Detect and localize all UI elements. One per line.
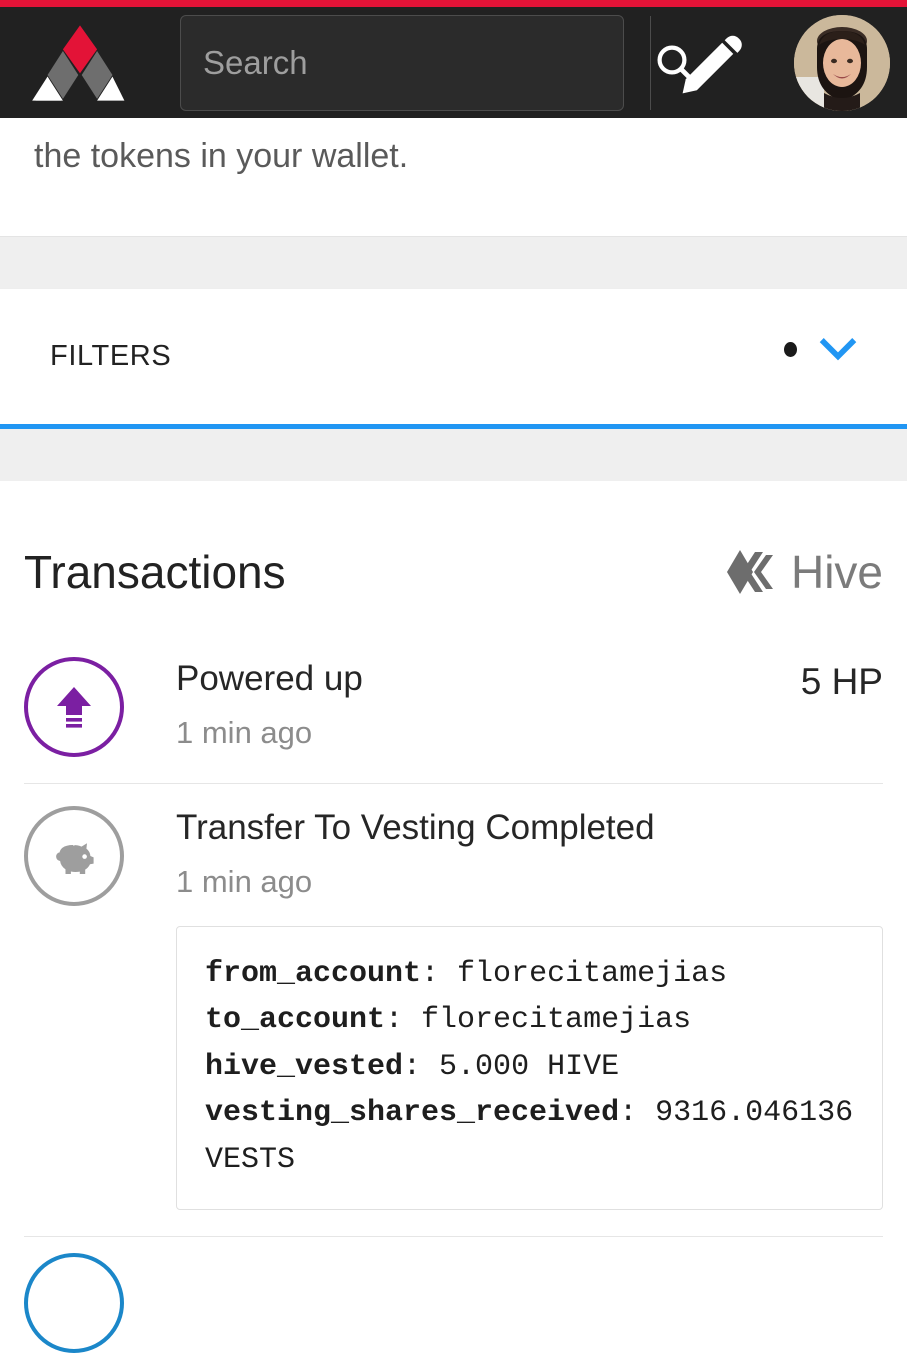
detail-value: : florecitamejias <box>385 1003 692 1038</box>
chevron-down-icon <box>819 337 857 360</box>
search-input[interactable] <box>181 15 650 110</box>
hive-brand-label: Hive <box>790 546 883 598</box>
transaction-body: Powered up 1 min ago <box>176 657 781 751</box>
transaction-name: Transfer To Vesting Completed <box>176 808 655 847</box>
transaction-icon <box>24 657 124 757</box>
transaction-time: 1 min ago <box>176 714 313 750</box>
compose-button[interactable] <box>668 18 758 108</box>
filters-controls <box>784 337 857 377</box>
power-up-arrow-icon <box>57 687 91 728</box>
hive-brand: Hive <box>725 545 883 599</box>
detail-key: to_account <box>205 1003 386 1038</box>
user-avatar-icon <box>794 14 890 111</box>
avatar[interactable] <box>794 14 890 111</box>
transaction-detail-line: to_account: florecitamejias <box>205 997 854 1044</box>
transaction-icon <box>24 1253 124 1353</box>
detail-key: vesting_shares_received <box>205 1096 620 1131</box>
detail-key: hive_vested <box>205 1049 404 1084</box>
transaction-time: 1 min ago <box>176 863 313 899</box>
transaction-body: Transfer To Vesting Completed 1 min ago … <box>176 806 883 1211</box>
pencil-icon <box>682 35 742 93</box>
filters-active-dot-icon <box>784 342 797 357</box>
detail-value: : 5.000 HIVE <box>403 1049 620 1084</box>
transaction-details: from_account: florecitamejias to_account:… <box>176 925 883 1211</box>
wallet-intro-card: the tokens in your wallet. <box>0 118 907 237</box>
table-row-next-partial[interactable] <box>24 1237 883 1353</box>
filters-expand-button[interactable] <box>819 337 857 363</box>
transaction-name: Powered up <box>176 659 363 698</box>
search-box[interactable] <box>180 14 694 111</box>
transactions-header: Transactions Hive <box>24 481 883 635</box>
app-header <box>0 7 907 118</box>
section-gap-bottom <box>0 429 907 481</box>
transaction-detail-line: vesting_shares_received: 9316.046136 VES… <box>205 1090 854 1183</box>
piggy-bank-icon <box>56 842 94 874</box>
filters-bar[interactable]: FILTERS <box>0 289 907 429</box>
transaction-detail-line: hive_vested: 5.000 HIVE <box>205 1044 854 1091</box>
detail-value: : florecitamejias <box>421 956 728 991</box>
page-title: Transactions <box>24 546 286 598</box>
wallet-intro-text: the tokens in your wallet. <box>34 137 409 175</box>
hive-logo-icon <box>726 550 773 594</box>
transactions-panel: Transactions Hive Powered up 1 min ago 5… <box>0 481 907 1353</box>
transaction-amount: 5 HP <box>800 661 883 702</box>
detail-key: from_account <box>205 956 422 991</box>
transaction-icon <box>24 806 124 906</box>
filters-label: FILTERS <box>50 340 172 372</box>
table-row[interactable]: Powered up 1 min ago 5 HP <box>24 635 883 784</box>
table-row[interactable]: Transfer To Vesting Completed 1 min ago … <box>24 784 883 1238</box>
section-gap-top <box>0 237 907 289</box>
site-logo[interactable] <box>0 22 160 104</box>
transaction-detail-line: from_account: florecitamejias <box>205 951 854 998</box>
aurora-a-logo-icon <box>32 24 125 101</box>
top-accent-bar <box>0 0 907 7</box>
